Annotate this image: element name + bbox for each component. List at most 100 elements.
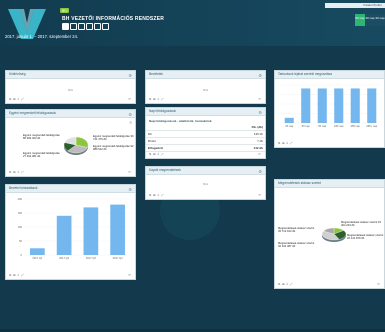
row-label: Elfogadott (146, 144, 212, 152)
doc-icon[interactable] (94, 23, 101, 30)
y-tick-label: 0 (21, 253, 23, 257)
pie-label: Megrendelések státusz szerint 32 104 487… (278, 242, 315, 249)
pie-label: Egyéni megrendelt feldolgozás 86 483 364… (23, 134, 60, 141)
expand-icon[interactable]: ⤢ (21, 273, 23, 277)
period-tabs: 90 nap 30 nap 30 nap (355, 14, 385, 26)
expand-icon[interactable]: ⤢ (161, 152, 163, 156)
x-tick-label: 2017 Q1 (32, 256, 43, 260)
gear-icon[interactable]: ⚙ (128, 111, 132, 118)
x-tick-label: 365+ nap (366, 124, 377, 128)
bar (284, 117, 294, 123)
no-data-text: N/A (202, 182, 208, 186)
panel-tools: ⇅ ⊞ ⇩ ⤢ (149, 152, 163, 156)
sort-icon[interactable]: ⇅ (9, 97, 12, 101)
refresh-icon[interactable]: ⟳ (128, 273, 131, 277)
pie-chart-statusz (321, 227, 347, 242)
pie-label: Megrendelések státusz szerint 15 404 223… (341, 221, 382, 228)
grid-icon[interactable]: ⊞ (13, 273, 16, 277)
user-bar[interactable]: Pataki Pfeiffer (325, 3, 385, 8)
x-tick-label: 2017 Q2 (59, 256, 70, 260)
gear-icon[interactable]: ⚙ (128, 186, 132, 193)
sort-icon[interactable]: ⇅ (278, 141, 281, 145)
panel-tools: ⇅ ⊞ ⇩ ⤢ (278, 282, 292, 286)
download-icon[interactable]: ⇩ (157, 193, 160, 197)
download-icon[interactable]: ⇩ (157, 152, 160, 156)
tab-period[interactable]: 90 nap (355, 14, 365, 26)
table-row: Elfogadott 142 db (146, 144, 265, 152)
pie-label: Egyéni megrendelt feldolgozás 30 741 375… (93, 135, 134, 142)
pie-chart-egyeni (63, 136, 89, 155)
grid-icon[interactable] (70, 23, 77, 30)
panel-title: Tartozások lejárat szerinti megoszlása (275, 71, 384, 79)
row-value: 142 db (211, 144, 265, 152)
grid-icon[interactable]: ⊞ (13, 170, 16, 174)
grid-icon[interactable]: ⊞ (153, 152, 156, 156)
x-tick-label: 365 nap (351, 124, 361, 128)
download-icon[interactable]: ⇩ (157, 97, 160, 101)
bar (350, 88, 360, 123)
panel-title: Megrendelések státusz szerint (275, 180, 384, 188)
panel-title: Napi feldolgozások ⚙ (146, 108, 265, 116)
gear-icon[interactable]: ⚙ (258, 168, 262, 175)
grid-icon[interactable]: ⊞ (153, 97, 156, 101)
download-icon[interactable]: ⇩ (17, 97, 20, 101)
toolbar (62, 23, 109, 30)
grid-icon[interactable]: ⊞ (153, 193, 156, 197)
data-table: Db. (db) Db 135 db Bruttó 7 db Elfogadott 1… (146, 124, 265, 152)
grid-icon[interactable]: ⊞ (282, 282, 285, 286)
tag-icon[interactable] (102, 23, 109, 30)
tab-period[interactable]: 30 nap (365, 14, 375, 26)
x-tick-label: 90 nap (318, 124, 326, 128)
grid-icon[interactable]: ⊞ (282, 141, 285, 145)
refresh-icon[interactable]: ⟳ (128, 170, 131, 174)
download-icon[interactable]: ⇩ (286, 282, 289, 286)
sort-icon[interactable]: ⇅ (149, 97, 152, 101)
header: BIV BH VEZETŐI INFORMÁCIÓS RENDSZER 2017… (0, 0, 385, 46)
date-range[interactable]: 2017. január 1. – 2017. szeptember 24. (5, 34, 78, 39)
table-row: Bruttó 7 db (146, 137, 265, 145)
chart-icon[interactable] (62, 23, 69, 30)
pie-label: Egyéni megrendelt feldolgozás 92 989 512… (93, 145, 134, 152)
panel-tools: ⇅ ⊞ ⇩ ⤢ (149, 97, 163, 101)
panel-egyeni: Egyéni megrendelt feldolgozások ⚙ ≡ Egyén… (5, 109, 136, 177)
brand-badge: BIV (60, 8, 70, 13)
menu-icon[interactable]: ≡ (130, 120, 132, 125)
download-icon[interactable]: ⇩ (17, 170, 20, 174)
expand-icon[interactable]: ⤢ (161, 193, 163, 197)
sort-icon[interactable]: ⇅ (149, 152, 152, 156)
clock-icon[interactable] (78, 23, 85, 30)
panel-title: Egyéni megrendelt feldolgozások ⚙ (6, 110, 135, 118)
download-icon[interactable]: ⇩ (17, 273, 20, 277)
panel-tools: ⇅ ⊞ ⇩ ⤢ (149, 193, 163, 197)
refresh-icon[interactable]: ⟳ (128, 97, 131, 101)
x-tick-label: 30 nap (285, 124, 293, 128)
sort-icon[interactable]: ⇅ (9, 273, 12, 277)
expand-icon[interactable]: ⤢ (161, 97, 163, 101)
gear-icon[interactable]: ⚙ (258, 109, 262, 116)
table-subtitle: Napi feldolgozások - adatkörök, tranzakc… (149, 119, 212, 123)
sort-icon[interactable]: ⇅ (9, 170, 12, 174)
tab-period[interactable]: 30 nap (375, 14, 385, 26)
bar (83, 207, 99, 255)
refresh-icon[interactable]: ⟳ (258, 97, 261, 101)
refresh-icon[interactable]: ⟳ (258, 152, 261, 156)
sort-icon[interactable]: ⇅ (278, 282, 281, 286)
gear-icon[interactable]: ⚙ (258, 72, 262, 79)
refresh-icon[interactable]: ⟳ (377, 282, 380, 286)
gear-icon[interactable]: ⚙ (128, 72, 132, 79)
refresh-icon[interactable]: ⟳ (258, 193, 261, 197)
expand-icon[interactable]: ⤢ (290, 141, 292, 145)
bar (301, 88, 311, 123)
grid-icon[interactable]: ⊞ (13, 97, 16, 101)
expand-icon[interactable]: ⤢ (21, 97, 23, 101)
download-icon[interactable]: ⇩ (286, 141, 289, 145)
panel-title: Bevétel kimutatások ⚙ (6, 185, 135, 193)
panel-title: Bevételek ⚙ (146, 71, 265, 79)
expand-icon[interactable]: ⤢ (21, 170, 23, 174)
y-tick-label: 150 (18, 211, 23, 215)
sort-icon[interactable]: ⇅ (149, 193, 152, 197)
panel-lejarat: Tartozások lejárat szerinti megoszlása 3… (274, 70, 385, 148)
expand-icon[interactable]: ⤢ (290, 282, 292, 286)
no-data-text: N/A (67, 88, 73, 92)
table-icon[interactable] (86, 23, 93, 30)
